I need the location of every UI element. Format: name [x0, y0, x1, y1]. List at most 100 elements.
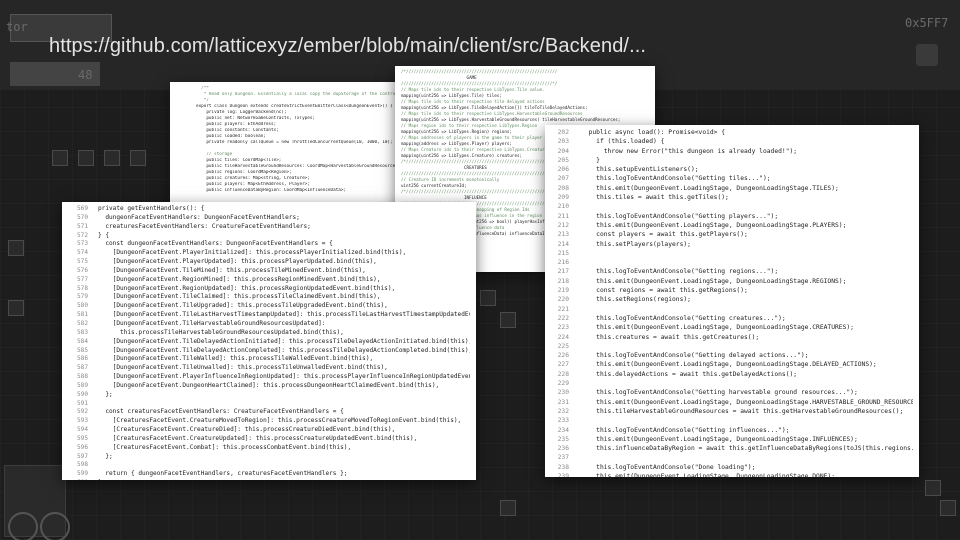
code-text: // Maps tile ids to their respective til…: [401, 99, 545, 104]
line-number: 225: [557, 342, 569, 350]
line-number: 226: [557, 352, 569, 360]
code-text: // Maps region ids to their respective L…: [401, 123, 538, 128]
background-tile: [500, 312, 516, 328]
line-number: 588: [76, 373, 88, 381]
line-number: 232: [557, 407, 569, 415]
code-line: 210: [551, 202, 913, 211]
background-hex-value: 0x5FF7: [905, 16, 949, 30]
line-number: 235: [557, 435, 569, 443]
repository-url: https://github.com/latticexyz/ember/blob…: [49, 35, 647, 57]
code-line: 221: [551, 305, 913, 314]
code-line: 589 [DungeonFacetEvent.DungeonHeartClaim…: [68, 382, 470, 391]
line-number: 217: [557, 268, 569, 276]
code-line: 597 };: [68, 453, 470, 462]
code-text: private log: LoggerBackend(nc);: [196, 110, 287, 115]
line-number: 213: [557, 231, 569, 239]
code-line: 205 }: [551, 156, 913, 165]
line-number: 219: [557, 287, 569, 295]
code-text: */: [196, 98, 209, 103]
code-text: [DungeonFacetEvent.TileUnwalled]: this.p…: [98, 364, 388, 372]
code-text: /*//////////////////////////////////////…: [401, 159, 558, 164]
code-text: public influenceDataByRegion: CoordMap<I…: [196, 188, 347, 193]
code-line: 599 return { dungeonFacetEventHandlers, …: [68, 470, 470, 479]
code-line: 218 this.emit(DungeonEvent.LoadingStage,…: [551, 277, 913, 286]
line-number: 573: [76, 240, 88, 248]
code-text: // Creature ID increments monotonically: [401, 177, 500, 182]
code-text: [CreaturesFacetEvent.CreatureMovedToRegi…: [98, 417, 462, 425]
background-tile: [78, 150, 94, 166]
code-text: mapping(uint256 => LibTypes.Region) regi…: [401, 129, 512, 134]
code-line: 206 this.setupEventListeners();: [551, 165, 913, 174]
code-line: 576 [DungeonFacetEvent.TileMined]: this.…: [68, 267, 470, 276]
background-tile: [104, 150, 120, 166]
code-text: this.emit(DungeonEvent.LoadingStage, Dun…: [581, 324, 854, 332]
line-number: 571: [76, 222, 88, 230]
code-block: 569 private getEventHandlers(): {570 dung…: [62, 202, 476, 480]
code-text: // Maps tile ids to their respective Lib…: [401, 111, 583, 116]
code-text: return { dungeonFacetEventHandlers, crea…: [98, 470, 348, 478]
code-line: 223 this.emit(DungeonEvent.LoadingStage,…: [551, 323, 913, 332]
code-text: private readonly callQueue = new Throttl…: [196, 140, 393, 145]
line-number: 239: [557, 472, 569, 477]
code-text: this.tiles = await this.getTiles();: [581, 194, 729, 202]
code-line: 579 [DungeonFacetEvent.TileClaimed]: thi…: [68, 293, 470, 302]
code-text: this.logToEventAndConsole("Getting regio…: [581, 268, 779, 276]
code-text: mapping(uint256 => LibTypes.Creature) cr…: [401, 153, 523, 158]
code-text: this.emit(DungeonEvent.LoadingStage, Dun…: [581, 221, 847, 229]
code-text: INFLUENCE: [401, 195, 487, 200]
code-text: this.logToEventAndConsole("Getting tiles…: [581, 175, 771, 183]
code-text: }: [581, 156, 600, 164]
code-text: this.processTileHarvestableGroundResourc…: [98, 328, 344, 336]
code-text: this.logToEventAndConsole("Getting creat…: [581, 314, 786, 322]
code-text: this.emit(DungeonEvent.LoadingStage, Dun…: [581, 472, 836, 477]
background-counter: 48: [78, 68, 93, 82]
code-text: /*//////////////////////////////////////…: [401, 69, 558, 74]
line-number: 204: [557, 147, 569, 155]
line-number: 582: [76, 319, 88, 327]
code-text: public tiles: CoordMap<Tile>;: [196, 158, 282, 163]
code-line: 571 creaturesFacetEventHandlers: Creatur…: [68, 223, 470, 232]
line-number: 590: [76, 390, 88, 398]
line-number: 586: [76, 355, 88, 363]
line-number: 227: [557, 361, 569, 369]
line-number: 224: [557, 333, 569, 341]
background-round-button: [40, 512, 70, 540]
line-number: 583: [76, 328, 88, 336]
code-text: [DungeonFacetEvent.RegionUpdated]: this.…: [98, 284, 396, 292]
code-block: 202 public async load(): Promise<void> {…: [545, 125, 919, 477]
line-number: 579: [76, 293, 88, 301]
line-number: 591: [76, 399, 88, 407]
code-text: ////////////////////////////////////////…: [401, 171, 558, 176]
line-number: 585: [76, 346, 88, 354]
code-text: this.influenceDataByRegion = await this.…: [596, 445, 913, 453]
line-number: 215: [557, 249, 569, 257]
background-tile: [8, 240, 24, 256]
code-text: * Read only Dungeon. Essentially a local…: [196, 92, 396, 97]
line-number: 589: [76, 381, 88, 389]
line-number: 581: [76, 311, 88, 319]
line-number: 220: [557, 296, 569, 304]
code-text: if (this.loaded) {: [581, 138, 665, 146]
line-number: 223: [557, 324, 569, 332]
line-number: 587: [76, 364, 88, 372]
code-line: 215: [551, 249, 913, 258]
code-text: [DungeonFacetEvent.TileDelayedActionComp…: [98, 346, 470, 354]
code-text: public loaded: boolean;: [196, 134, 266, 139]
code-text: [DungeonFacetEvent.TileWalled]: this.pro…: [98, 355, 374, 363]
code-line: 230 this.logToEventAndConsole("Getting h…: [551, 388, 913, 397]
code-line: 209 this.tiles = await this.getTiles();: [551, 193, 913, 202]
line-number: 211: [557, 212, 569, 220]
background-tile: [52, 150, 68, 166]
code-text: this.tileHarvestableGroundResources = aw…: [581, 407, 904, 415]
code-text: [DungeonFacetEvent.PlayerUpdated]: this.…: [98, 258, 377, 266]
code-text: CREATURES: [401, 165, 487, 170]
code-text: // Maps Creature ids to their respective…: [401, 147, 548, 152]
code-line: 235 this.emit(DungeonEvent.LoadingStage,…: [551, 435, 913, 444]
code-text: private getEventHandlers(): {: [98, 205, 205, 212]
code-text: mapping(uint256 => LibTypes.HarvestableG…: [401, 117, 621, 122]
code-text: const regions = await this.getRegions();: [581, 287, 748, 295]
line-number: 214: [557, 240, 569, 248]
code-line: 593 [CreaturesFacetEvent.CreatureMovedTo…: [68, 417, 470, 426]
code-line: 238 this.logToEventAndConsole("Done load…: [551, 463, 913, 472]
code-text: [DungeonFacetEvent.TileUpgraded]: this.p…: [98, 302, 388, 310]
